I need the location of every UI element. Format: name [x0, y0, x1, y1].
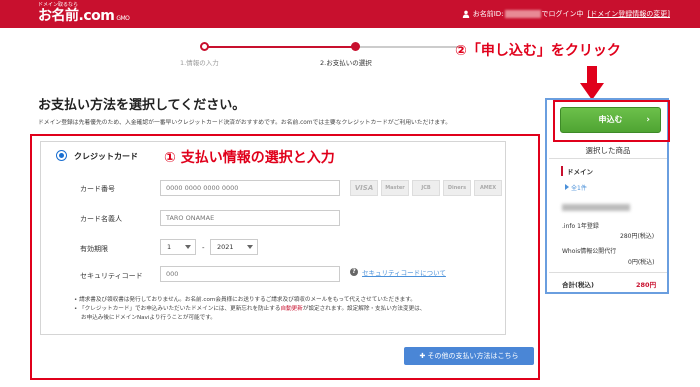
onamae-logo[interactable]: ドメイン取るなら お名前.com GMO: [38, 2, 130, 27]
chevron-down-icon: [185, 245, 191, 249]
line-item-1-price: 280円(税込): [620, 233, 655, 240]
line-item-2-label: Whois情報公開代行: [562, 248, 617, 255]
top-header: ドメイン取るなら お名前.com GMO お名前ID: でログイン中 [ドメイン登…: [0, 0, 700, 28]
credit-card-title[interactable]: クレジットカード: [74, 151, 138, 162]
selected-items-title: 選択した商品: [585, 146, 631, 155]
card-holder-label: カード名義人: [80, 215, 122, 223]
security-code-label: セキュリティコード: [80, 272, 143, 280]
apply-button-label: 申込む: [598, 115, 623, 124]
other-payment-methods-button[interactable]: ✚ その他の支払い方法はこちら: [404, 347, 534, 365]
annotation-apply-hint: ②「申し込む」をクリック: [455, 43, 621, 59]
user-id-redacted: [504, 10, 541, 18]
security-code-help-link[interactable]: セキュリティコードについて: [362, 267, 446, 277]
sidebar-category: ドメイン: [561, 166, 593, 176]
item-count: 全1件: [571, 185, 587, 192]
page-description: ドメイン登録は先着優先のため、入金確認が一番早いクレジットカード決済がおすすめで…: [38, 120, 452, 126]
diners-icon: Diners: [443, 180, 471, 196]
step-line-done: [206, 46, 354, 48]
progress-stepper: [186, 42, 462, 51]
step-2-label: 2.お支払いの選択: [320, 59, 372, 67]
line-item-1-label: .info 1年登録: [562, 223, 599, 230]
step-2-dot: [351, 42, 360, 51]
total-label: 合計(税込): [562, 281, 594, 289]
domain-name-redacted: [562, 204, 630, 211]
item-count-toggle[interactable]: 全1件: [565, 183, 587, 192]
jcb-icon: JCB: [412, 180, 440, 196]
note-line-1: • 請求書及び領収書は発行しておりません。お名前.com会員様にお送りするご請求…: [74, 297, 416, 303]
step-1-dot: [200, 42, 209, 51]
expiry-month-select[interactable]: 1: [160, 239, 196, 255]
step-1-label: 1.情報の入力: [180, 59, 219, 67]
visa-icon: VISA: [350, 180, 378, 196]
logo-gmo: GMO: [116, 15, 130, 22]
note-line-2: • 「クレジットカード」でお申込みいただいたドメインには、更新忘れを防止する自動…: [74, 305, 425, 314]
card-number-input[interactable]: [160, 180, 340, 196]
annotation-payment-hint: ① 支払い情報の選択と入力: [164, 150, 335, 166]
card-brand-list: VISA Master JCB Diners AMEX: [350, 180, 502, 196]
line-item-2-price: 0円(税込): [628, 259, 655, 266]
login-status: お名前ID: でログイン中 [ドメイン登録情報の変更]: [462, 9, 670, 19]
card-number-label: カード番号: [80, 185, 115, 193]
note-line-3: お申込み後にドメインNaviより行うことが可能です。: [81, 315, 216, 321]
logo-main: お名前.com GMO: [38, 8, 130, 27]
logo-main-text: お名前.com: [38, 8, 115, 24]
expiry-separator: -: [202, 244, 205, 252]
auto-renew-text: 自動更新: [280, 306, 303, 312]
page-title: お支払い方法を選択してください。: [38, 98, 246, 113]
chevron-right-icon: ›: [646, 115, 650, 125]
total-divider: [549, 272, 667, 273]
sidebar-divider: [549, 158, 667, 159]
credit-card-radio[interactable]: [56, 150, 67, 161]
apply-button[interactable]: 申込む ›: [560, 107, 661, 133]
caret-right-icon: [565, 184, 569, 190]
note-line-2b: が設定されます。設定解除・支払い方法変更は、: [302, 306, 426, 312]
arrow-down-icon: [580, 66, 604, 100]
note-line-2a: • 「クレジットカード」でお申込みいただいたドメインには、更新忘れを防止する: [74, 306, 281, 312]
domain-info-link[interactable]: [ドメイン登録情報の変更]: [588, 9, 670, 19]
amex-icon: AMEX: [474, 180, 502, 196]
expiry-label: 有効期限: [80, 245, 108, 253]
expiry-year-select[interactable]: 2021: [210, 239, 258, 255]
other-payment-methods-label: その他の支払い方法はこちら: [427, 352, 519, 360]
expiry-month-value: 1: [167, 243, 172, 251]
security-code-input[interactable]: [160, 266, 340, 282]
plus-icon: ✚: [419, 352, 428, 360]
chevron-down-icon: [247, 245, 253, 249]
expiry-year-value: 2021: [217, 243, 234, 251]
payment-notes: • 請求書及び領収書は発行しておりません。お名前.com会員様にお送りするご請求…: [74, 296, 425, 323]
security-code-help[interactable]: ? セキュリティコードについて: [350, 267, 446, 277]
question-icon: ?: [350, 268, 358, 276]
total-value: 280円: [636, 281, 657, 289]
card-holder-input[interactable]: [160, 210, 340, 226]
step-line-todo: [358, 46, 462, 48]
mastercard-icon: Master: [381, 180, 409, 196]
user-prefix: お名前ID:: [472, 10, 504, 18]
user-icon: [462, 10, 469, 18]
user-suffix: でログイン中: [541, 10, 584, 18]
